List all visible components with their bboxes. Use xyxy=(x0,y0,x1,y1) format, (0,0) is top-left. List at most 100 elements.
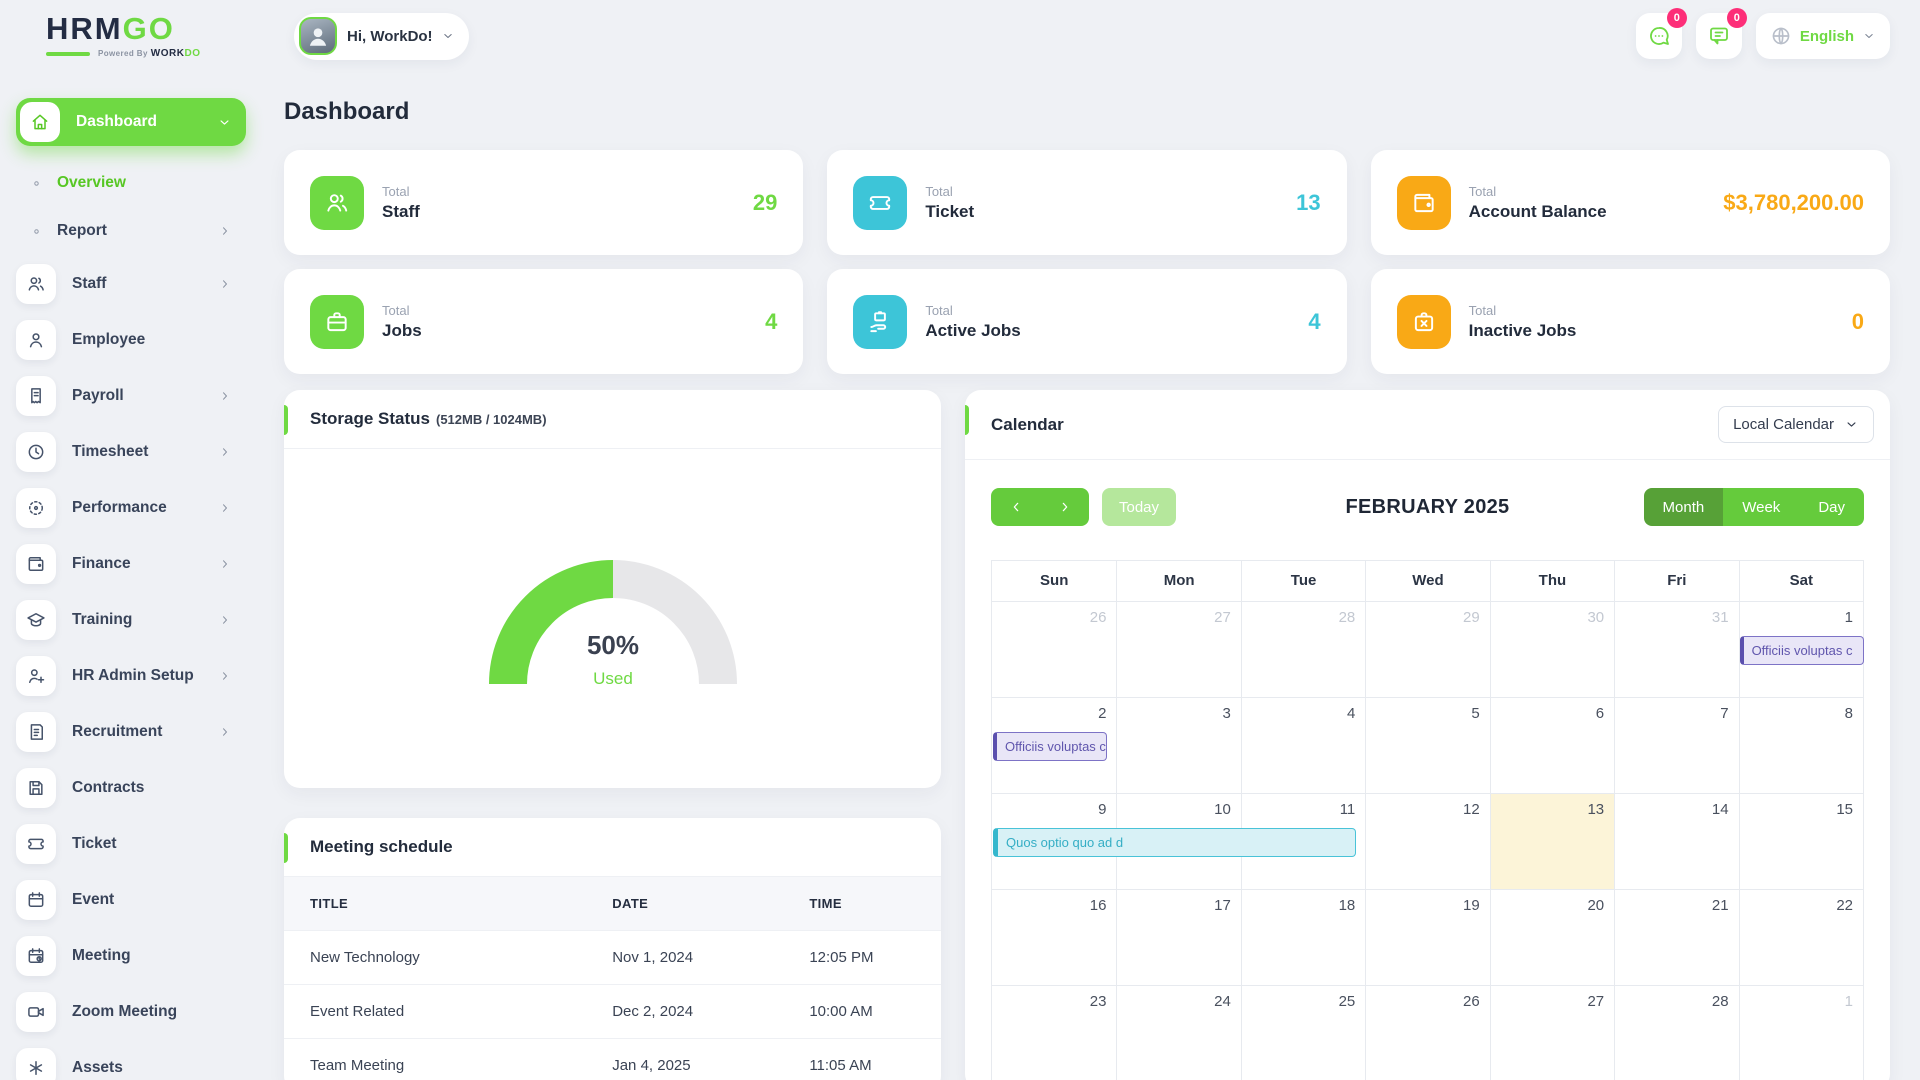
calendar-date-number: 9 xyxy=(1098,801,1106,818)
calendar-day-cell[interactable]: 18 xyxy=(1241,890,1365,985)
calendar-day-cell[interactable]: 16 xyxy=(992,890,1116,985)
chevron-right-icon xyxy=(218,501,232,515)
card-accent-bar xyxy=(284,833,288,863)
calendar-date-number: 11 xyxy=(1340,801,1356,818)
chevron-down-icon xyxy=(1862,29,1876,43)
calendar-day-header: Sun xyxy=(992,561,1116,601)
stat-card-total-staff: TotalStaff29 xyxy=(284,150,803,255)
calendar-day-cell[interactable]: 28 xyxy=(1241,602,1365,697)
calendar-date-number: 30 xyxy=(1587,609,1604,626)
sidebar-item-zoom-meeting[interactable]: Zoom Meeting xyxy=(16,990,246,1034)
sidebar-item-event[interactable]: Event xyxy=(16,878,246,922)
stat-label: Staff xyxy=(382,202,420,222)
sidebar-item-hr-admin-setup[interactable]: HR Admin Setup xyxy=(16,654,246,698)
sidebar-item-timesheet[interactable]: Timesheet xyxy=(16,430,246,474)
calendar-day-cell[interactable]: 20 xyxy=(1490,890,1614,985)
sidebar-item-label: Staff xyxy=(72,275,106,293)
messages-button[interactable]: 0 xyxy=(1636,13,1682,59)
calendar-day-header: Fri xyxy=(1614,561,1738,601)
logo-underline xyxy=(46,52,90,56)
calendar-day-cell[interactable]: 4 xyxy=(1241,698,1365,793)
wallet-icon xyxy=(1397,176,1451,230)
calendar-day-cell[interactable]: 28 xyxy=(1614,986,1738,1080)
calendar-event[interactable]: Quos optio quo ad d xyxy=(993,828,1356,857)
sidebar-item-recruitment[interactable]: Recruitment xyxy=(16,710,246,754)
sidebar-item-employee[interactable]: Employee xyxy=(16,318,246,362)
dot-icon xyxy=(30,225,43,238)
users-icon xyxy=(16,264,56,304)
calendar-day-cell[interactable]: 26 xyxy=(1365,986,1489,1080)
calendar-day-cell[interactable]: 19 xyxy=(1365,890,1489,985)
sidebar-item-dashboard[interactable]: Dashboard xyxy=(16,98,246,146)
calendar-day-cell[interactable]: 3 xyxy=(1116,698,1240,793)
calendar-next-button[interactable] xyxy=(1040,488,1089,526)
sidebar-item-assets[interactable]: Assets xyxy=(16,1046,246,1080)
globe-icon xyxy=(1770,25,1792,47)
logo-text-primary: HRM xyxy=(46,13,123,44)
calendar-day-cell[interactable]: 31 xyxy=(1614,602,1738,697)
calendar-day-cell[interactable]: 30 xyxy=(1490,602,1614,697)
calendar-date-number: 23 xyxy=(1090,993,1107,1010)
calendar-day-cell[interactable]: 22 xyxy=(1739,890,1863,985)
meeting-cell: 11:05 AM xyxy=(783,1039,941,1080)
stat-value: 4 xyxy=(1308,309,1320,335)
briefcase-icon xyxy=(310,295,364,349)
sidebar-item-performance[interactable]: Performance xyxy=(16,486,246,530)
calendar-day-cell[interactable]: 14 xyxy=(1614,794,1738,889)
calendar-day-cell[interactable]: 27 xyxy=(1116,602,1240,697)
meeting-cell: 12:05 PM xyxy=(783,931,941,985)
sidebar-item-contracts[interactable]: Contracts xyxy=(16,766,246,810)
sidebar-item-meeting[interactable]: Meeting xyxy=(16,934,246,978)
chevron-right-icon xyxy=(218,669,232,683)
calendar-day-cell[interactable]: 1 xyxy=(1739,986,1863,1080)
calendar-day-cell[interactable]: 21 xyxy=(1614,890,1738,985)
calendar-day-cell-today[interactable]: 13 xyxy=(1490,794,1614,889)
sidebar-item-training[interactable]: Training xyxy=(16,598,246,642)
calendar-day-cell[interactable]: 25 xyxy=(1241,986,1365,1080)
calendar-event[interactable]: Officiis voluptas c xyxy=(993,732,1107,761)
calendar-day-cell[interactable]: 6 xyxy=(1490,698,1614,793)
sidebar-item-payroll[interactable]: Payroll xyxy=(16,374,246,418)
sidebar-item-label: Overview xyxy=(57,174,126,192)
calendar-day-cell[interactable]: 12 xyxy=(1365,794,1489,889)
chevron-right-icon xyxy=(218,445,232,459)
calendar-source-select[interactable]: Local Calendar xyxy=(1718,406,1874,443)
sidebar-item-label: Report xyxy=(57,222,107,240)
scroll-icon xyxy=(16,712,56,752)
calendar-day-cell[interactable]: 24 xyxy=(1116,986,1240,1080)
calendar-date-number: 27 xyxy=(1214,609,1231,626)
storage-subtitle: (512MB / 1024MB) xyxy=(436,412,547,427)
calendar-card: Calendar Local Calendar Today xyxy=(965,390,1890,1080)
brand-logo[interactable]: HRMGO Powered By WORK DO xyxy=(0,13,260,59)
sidebar-item-finance[interactable]: Finance xyxy=(16,542,246,586)
calendar-day-cell[interactable]: 15 xyxy=(1739,794,1863,889)
calendar-day-cell[interactable]: 7 xyxy=(1614,698,1738,793)
calendar-view-week-button[interactable]: Week xyxy=(1723,488,1799,526)
stat-card-total-inactive-jobs: TotalInactive Jobs0 xyxy=(1371,269,1890,374)
calendar-today-button[interactable]: Today xyxy=(1102,488,1176,526)
sidebar-item-ticket[interactable]: Ticket xyxy=(16,822,246,866)
calendar-day-cell[interactable]: 27 xyxy=(1490,986,1614,1080)
sidebar-item-staff[interactable]: Staff xyxy=(16,262,246,306)
chevron-right-icon xyxy=(218,557,232,571)
calendar-day-cell[interactable]: 8 xyxy=(1739,698,1863,793)
notifications-button[interactable]: 0 xyxy=(1696,13,1742,59)
language-select[interactable]: English xyxy=(1756,13,1890,59)
meeting-column-header: TITLE xyxy=(284,877,586,931)
calendar-day-cell[interactable]: 23 xyxy=(992,986,1116,1080)
calendar-view-month-button[interactable]: Month xyxy=(1644,488,1724,526)
calendar-day-cell[interactable]: 26 xyxy=(992,602,1116,697)
notifications-badge: 0 xyxy=(1727,8,1747,28)
user-menu[interactable]: Hi, WorkDo! xyxy=(294,13,469,60)
sidebar-item-overview[interactable]: Overview xyxy=(30,166,246,200)
calendar-date-number: 21 xyxy=(1712,897,1729,914)
calendar-event[interactable]: Officiis voluptas c xyxy=(1740,636,1864,665)
sidebar-item-report[interactable]: Report xyxy=(30,214,246,248)
calendar-day-cell[interactable]: 17 xyxy=(1116,890,1240,985)
calendar-prev-button[interactable] xyxy=(991,488,1040,526)
calendar-grid: SunMonTueWedThuFriSat2627282930311Offici… xyxy=(991,560,1864,1080)
sidebar-nav: Dashboard Overview Report Staff Employee Payr… xyxy=(16,98,246,1080)
calendar-view-day-button[interactable]: Day xyxy=(1799,488,1864,526)
calendar-day-cell[interactable]: 5 xyxy=(1365,698,1489,793)
calendar-day-cell[interactable]: 29 xyxy=(1365,602,1489,697)
